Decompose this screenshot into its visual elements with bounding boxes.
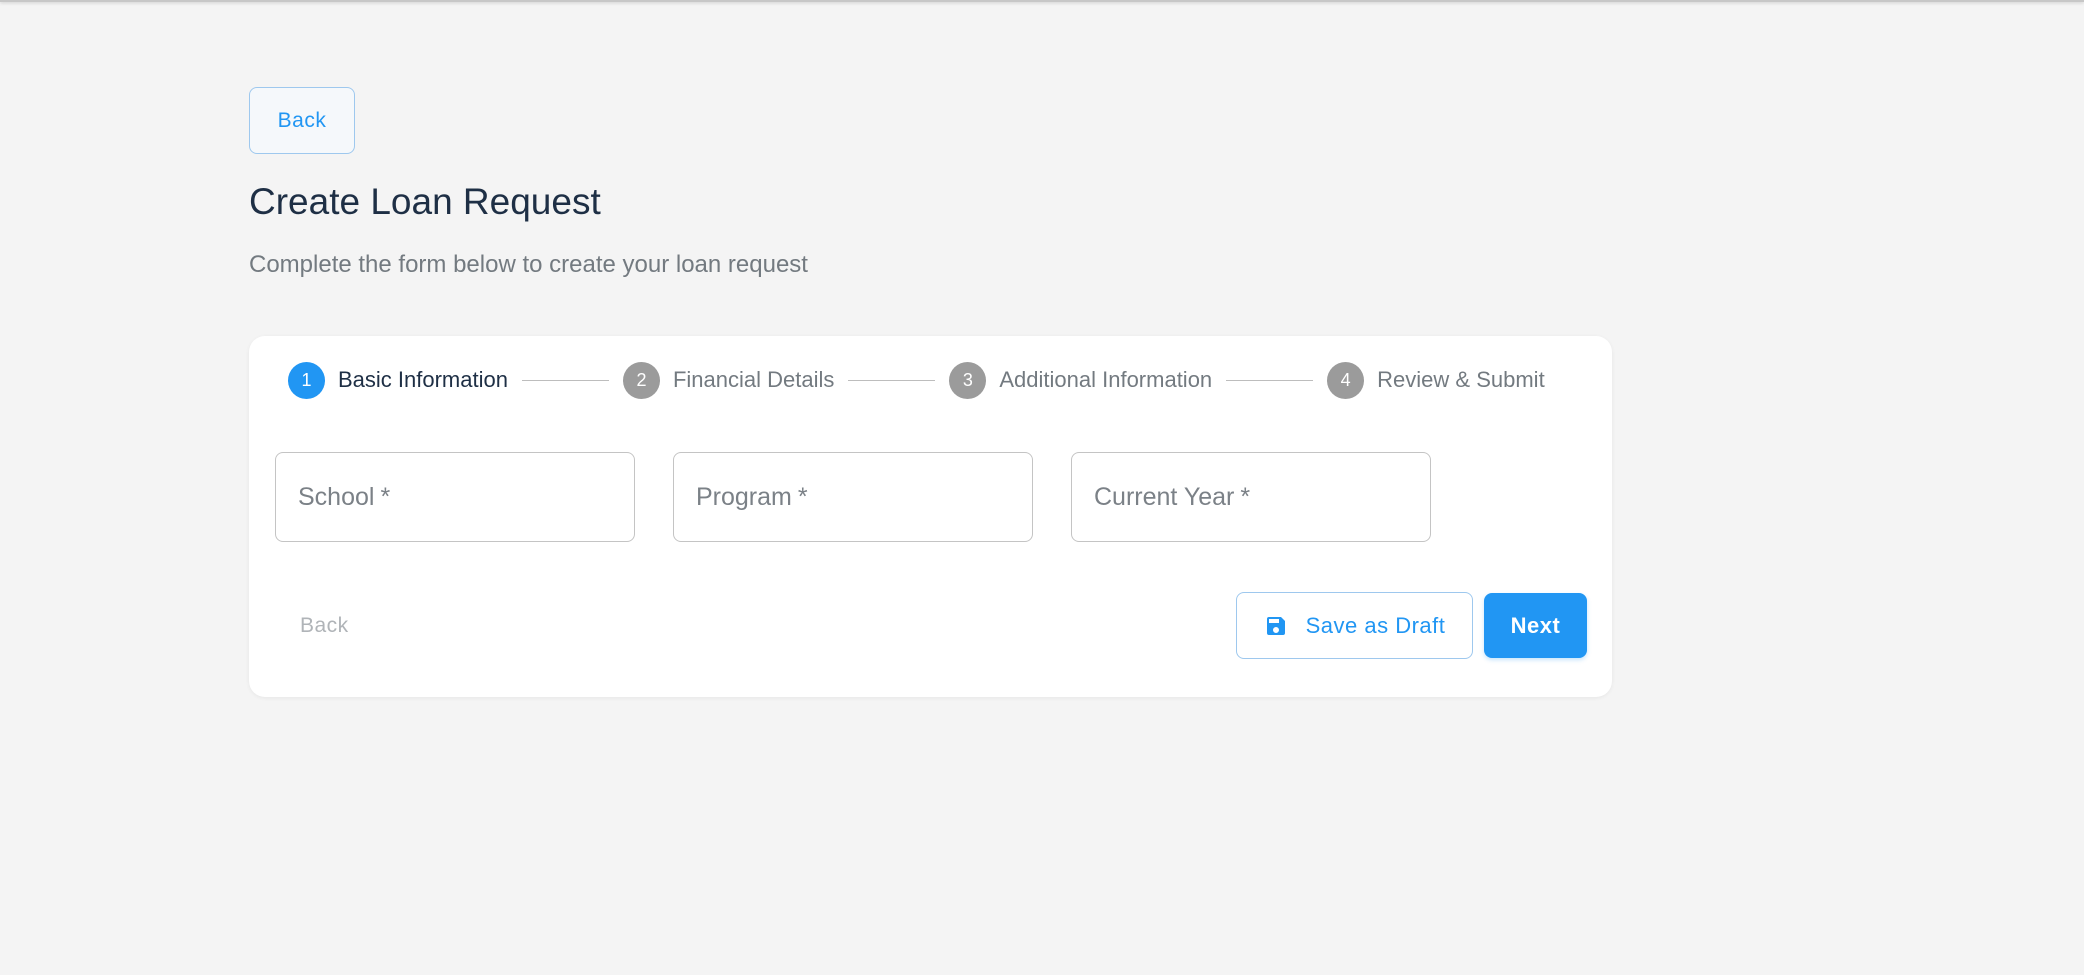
program-field-label: Program *: [696, 482, 808, 511]
step-number-badge: 3: [949, 361, 987, 399]
step-label: Review & Submit: [1377, 367, 1545, 392]
form-card: 1 Basic Information 2 Financial Details …: [249, 336, 1612, 697]
top-shadow-bar: [0, 0, 2084, 2]
step-number-badge: 2: [622, 361, 660, 399]
current-year-field[interactable]: Current Year *: [1071, 452, 1431, 542]
school-field[interactable]: School *: [275, 452, 635, 542]
back-step-button[interactable]: Back: [300, 614, 349, 638]
step-connector: [521, 379, 609, 381]
floppy-disk-icon: [1264, 614, 1288, 638]
page-title: Create Loan Request: [249, 181, 601, 222]
school-field-label: School *: [298, 482, 391, 511]
program-field[interactable]: Program *: [673, 452, 1033, 542]
step-number-badge: 4: [1327, 361, 1365, 399]
stepper: 1 Basic Information 2 Financial Details …: [288, 361, 1545, 399]
save-draft-label: Save as Draft: [1305, 612, 1446, 638]
step-label: Financial Details: [672, 367, 835, 392]
save-draft-button[interactable]: Save as Draft: [1236, 592, 1473, 659]
step-review-submit[interactable]: 4 Review & Submit: [1327, 361, 1545, 399]
step-number-badge: 1: [288, 361, 325, 399]
next-button[interactable]: Next: [1484, 593, 1587, 658]
step-connector: [1226, 379, 1314, 381]
step-connector: [848, 379, 936, 381]
step-additional-information[interactable]: 3 Additional Information: [949, 361, 1213, 399]
current-year-field-label: Current Year *: [1094, 482, 1251, 511]
step-financial-details[interactable]: 2 Financial Details: [622, 361, 835, 399]
page-subtitle: Complete the form below to create your l…: [249, 251, 808, 278]
step-label: Basic Information: [338, 367, 508, 392]
back-button[interactable]: Back: [249, 87, 355, 154]
step-label: Additional Information: [999, 367, 1213, 392]
step-basic-information[interactable]: 1 Basic Information: [288, 361, 508, 399]
